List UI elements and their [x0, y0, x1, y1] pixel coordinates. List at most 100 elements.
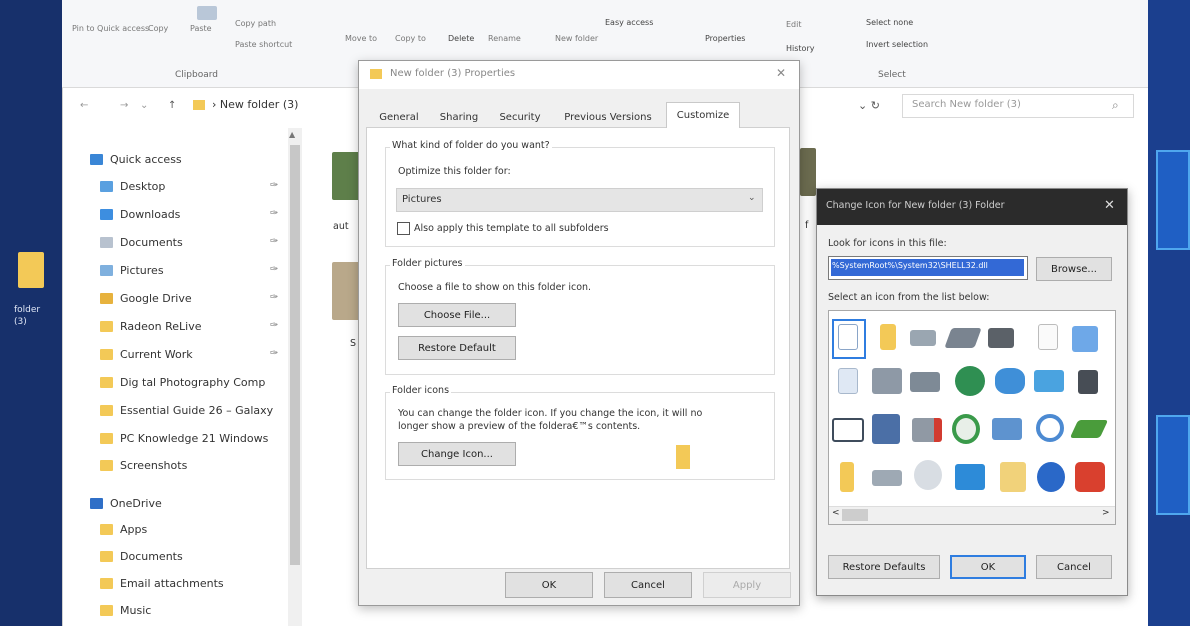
cancel-button[interactable]: Cancel: [1036, 555, 1112, 579]
icon-list-scrollbar-thumb[interactable]: [842, 509, 868, 521]
drive-icon[interactable]: [910, 330, 936, 346]
ok-button[interactable]: OK: [505, 572, 593, 598]
computer-icon[interactable]: [955, 464, 985, 490]
easy-access-button[interactable]: Easy access: [605, 18, 653, 28]
move-to-button[interactable]: Move to: [345, 34, 377, 44]
close-icon[interactable]: ✕: [776, 66, 786, 80]
nav-item[interactable]: Music: [100, 599, 296, 621]
clock-icon[interactable]: [914, 460, 942, 490]
document-icon[interactable]: [838, 368, 858, 394]
nav-item[interactable]: Apps: [100, 518, 296, 540]
copy-button[interactable]: Copy: [148, 24, 168, 34]
monitor-icon[interactable]: [1034, 370, 1064, 392]
image-thumbnail[interactable]: [332, 262, 360, 320]
network-places-icon[interactable]: [992, 418, 1022, 440]
tab-security[interactable]: Security: [490, 106, 550, 128]
pin-to-quick-access-button[interactable]: Pin to Quick access: [72, 24, 149, 34]
browse-button[interactable]: Browse...: [1036, 257, 1112, 281]
nav-item-onedrive[interactable]: OneDrive: [90, 492, 286, 514]
tab-customize[interactable]: Customize: [666, 102, 740, 128]
copy-path-button[interactable]: Copy path: [235, 19, 276, 29]
desktop-tile-icon[interactable]: [1156, 150, 1190, 250]
select-none-button[interactable]: Select none: [866, 18, 913, 28]
pin-icon[interactable]: ✑: [270, 320, 278, 331]
nav-scrollbar-thumb[interactable]: [290, 145, 300, 565]
invert-selection-button[interactable]: Invert selection: [866, 40, 928, 50]
help-globe-icon[interactable]: [952, 414, 980, 444]
folder-icon[interactable]: [880, 324, 896, 350]
globe-icon[interactable]: [955, 366, 985, 396]
icon-list-scrollbar[interactable]: [829, 506, 1115, 524]
chevron-down-icon[interactable]: ⌄: [140, 100, 148, 111]
window-icon[interactable]: [1072, 326, 1098, 352]
nav-item[interactable]: Essential Guide 26 – Galaxy: [100, 399, 296, 421]
apply-button[interactable]: Apply: [703, 572, 791, 598]
cancel-button[interactable]: Cancel: [604, 572, 692, 598]
nav-item[interactable]: Current Work: [100, 343, 296, 365]
nav-item[interactable]: Downloads: [100, 203, 296, 225]
printer-icon[interactable]: [872, 368, 902, 394]
desktop-tile-icon[interactable]: [1156, 415, 1190, 515]
nav-item[interactable]: Desktop: [100, 175, 296, 197]
edit-button[interactable]: Edit: [786, 20, 802, 30]
disconnected-drive-icon[interactable]: [912, 418, 942, 442]
copy-to-button[interactable]: Copy to: [395, 34, 426, 44]
properties-button[interactable]: Properties: [705, 34, 745, 44]
network-drive-icon[interactable]: [910, 372, 940, 392]
nav-item[interactable]: Radeon ReLive: [100, 315, 296, 337]
nav-item[interactable]: Documents: [100, 545, 296, 567]
up-arrow-icon[interactable]: ↑: [168, 100, 176, 111]
change-icon-button[interactable]: Change Icon...: [398, 442, 516, 466]
refresh-icon[interactable]: ⌄ ↻: [858, 99, 880, 112]
history-button[interactable]: History: [786, 44, 814, 54]
nav-item[interactable]: Dig tal Photography Comp: [100, 371, 296, 393]
nav-item[interactable]: Screenshots: [100, 454, 296, 476]
optimize-select[interactable]: [396, 188, 763, 212]
nav-item[interactable]: Pictures: [100, 259, 296, 281]
window-frame-icon[interactable]: [832, 418, 864, 442]
pin-icon[interactable]: ✑: [270, 292, 278, 303]
notes-folder-icon[interactable]: [1000, 462, 1026, 492]
scroll-left-icon[interactable]: <: [832, 508, 840, 518]
delete-button[interactable]: Delete: [448, 34, 474, 44]
network-icon[interactable]: [995, 368, 1025, 394]
desktop-folder-icon[interactable]: [18, 252, 44, 288]
rename-button[interactable]: Rename: [488, 34, 521, 44]
blank-file-icon[interactable]: [838, 324, 858, 350]
restore-defaults-button[interactable]: Restore Defaults: [828, 555, 940, 579]
back-icon[interactable]: ←: [80, 100, 88, 111]
image-thumbnail[interactable]: [800, 148, 816, 196]
nav-item[interactable]: Documents: [100, 231, 296, 253]
paste-button[interactable]: Paste: [190, 24, 212, 34]
tab-previous-versions[interactable]: Previous Versions: [552, 106, 664, 128]
search-icon[interactable]: ⌕: [1112, 98, 1119, 113]
new-folder-button[interactable]: New folder: [555, 34, 598, 44]
choose-file-button[interactable]: Choose File...: [398, 303, 516, 327]
scroll-up-icon[interactable]: ▲: [289, 130, 295, 139]
nav-item-quick-access[interactable]: Quick access: [90, 148, 286, 170]
pin-icon[interactable]: ✑: [270, 264, 278, 275]
nav-item[interactable]: Google Drive: [100, 287, 296, 309]
ok-button[interactable]: OK: [950, 555, 1026, 579]
forward-icon[interactable]: →: [120, 100, 128, 111]
power-icon[interactable]: [1075, 462, 1105, 492]
close-icon[interactable]: ✕: [1104, 198, 1115, 213]
nav-item[interactable]: PC Knowledge 21 Windows: [100, 427, 296, 449]
tab-sharing[interactable]: Sharing: [432, 106, 486, 128]
pin-icon[interactable]: ✑: [270, 180, 278, 191]
hardware-icon[interactable]: [988, 328, 1014, 348]
pin-icon[interactable]: ✑: [270, 348, 278, 359]
speaker-icon[interactable]: [1078, 370, 1098, 394]
server-icon[interactable]: [872, 414, 900, 444]
file-icon[interactable]: [1038, 324, 1058, 350]
apply-subfolders-checkbox[interactable]: [397, 222, 410, 235]
image-thumbnail[interactable]: [332, 152, 360, 200]
restore-default-button[interactable]: Restore Default: [398, 336, 516, 360]
tab-general[interactable]: General: [370, 106, 428, 128]
pin-icon[interactable]: ✑: [270, 236, 278, 247]
folder-icon[interactable]: [840, 462, 854, 492]
address-path[interactable]: › New folder (3): [212, 98, 298, 111]
search-icon[interactable]: [1036, 414, 1064, 442]
pin-icon[interactable]: ✑: [270, 208, 278, 219]
paste-shortcut-button[interactable]: Paste shortcut: [235, 40, 292, 50]
